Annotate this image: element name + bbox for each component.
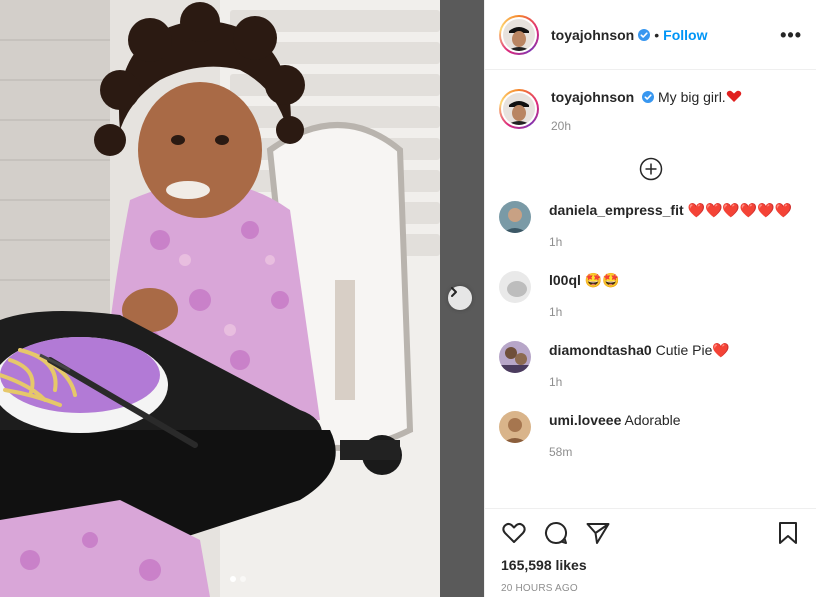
heart-emoji-icon	[726, 90, 741, 102]
caption-avatar-image	[503, 93, 535, 125]
load-more-button[interactable]	[639, 157, 663, 181]
caption-username[interactable]: toyajohnson	[551, 89, 634, 105]
comment-username[interactable]: daniela_empress_fit	[549, 202, 684, 218]
post-timestamp[interactable]: 20 HOURS AGO	[501, 583, 801, 594]
post-header: toyajohnson • Follow •••	[485, 0, 816, 70]
comment-text: Cutie Pie❤️	[655, 342, 730, 358]
caption-text: My big girl.	[658, 89, 726, 105]
comment-avatar[interactable]	[499, 271, 531, 303]
more-options-button[interactable]: •••	[780, 26, 802, 44]
comment-avatar[interactable]	[499, 201, 531, 233]
comment-item: diamondtasha0 Cutie Pie❤️ 1h	[485, 341, 816, 391]
comment-text: ❤️❤️❤️❤️❤️❤️	[687, 202, 793, 218]
comment-avatar-image	[499, 341, 531, 373]
comment-avatar-image	[499, 271, 531, 303]
post-caption: toyajohnson My big girl. 20h	[485, 71, 816, 133]
comment-item: l00ql 🤩🤩 1h	[485, 271, 816, 321]
chevron-right-icon	[451, 287, 457, 297]
author-username[interactable]: toyajohnson	[551, 27, 634, 43]
comment-avatar[interactable]	[499, 341, 531, 373]
likes-count[interactable]: 165,598 likes	[501, 557, 801, 573]
carousel-dot	[240, 576, 246, 582]
comment-username[interactable]: umi.loveee	[549, 412, 621, 428]
plus-circle-icon	[639, 157, 663, 181]
caption-timestamp: 20h	[551, 119, 572, 133]
verified-badge-icon	[638, 28, 651, 41]
caption-avatar[interactable]	[499, 89, 539, 129]
author-avatar[interactable]	[499, 14, 539, 55]
comment-avatar-image	[499, 411, 531, 443]
comment-avatar[interactable]	[499, 411, 531, 443]
heart-outline-icon[interactable]	[501, 520, 527, 546]
next-image-button[interactable]	[448, 286, 472, 310]
comment-item: umi.loveee Adorable 58m	[485, 411, 816, 461]
paper-plane-icon[interactable]	[585, 520, 611, 546]
bookmark-icon[interactable]	[775, 520, 801, 546]
comment-username[interactable]: l00ql	[549, 272, 581, 288]
post-photo	[0, 0, 484, 597]
comment-bubble-icon[interactable]	[543, 520, 569, 546]
comments-list[interactable]: toyajohnson My big girl. 20h daniela_emp…	[485, 71, 816, 508]
comment-text: 🤩🤩	[584, 272, 620, 288]
comment-username[interactable]: diamondtasha0	[549, 342, 652, 358]
author-avatar-image	[503, 18, 535, 51]
load-more-comments	[485, 157, 816, 181]
comment-timestamp: 1h	[549, 235, 563, 249]
comment-item: daniela_empress_fit ❤️❤️❤️❤️❤️❤️ 1h	[485, 201, 816, 251]
header-separator: •	[654, 26, 660, 43]
post-media[interactable]	[0, 0, 484, 597]
carousel-indicator	[230, 576, 246, 582]
comment-timestamp: 1h	[549, 305, 563, 319]
carousel-dot-active	[230, 576, 236, 582]
follow-button[interactable]: Follow	[663, 27, 707, 43]
comment-timestamp: 1h	[549, 375, 563, 389]
verified-badge-icon	[642, 91, 655, 103]
post-sidebar: toyajohnson • Follow ••• toyajohnson My …	[484, 0, 816, 597]
comment-text: Adorable	[624, 412, 681, 428]
comment-avatar-image	[499, 201, 531, 233]
action-icons-row	[501, 517, 801, 549]
comment-timestamp: 58m	[549, 445, 573, 459]
post-actions: 165,598 likes 20 HOURS AGO	[485, 508, 816, 594]
